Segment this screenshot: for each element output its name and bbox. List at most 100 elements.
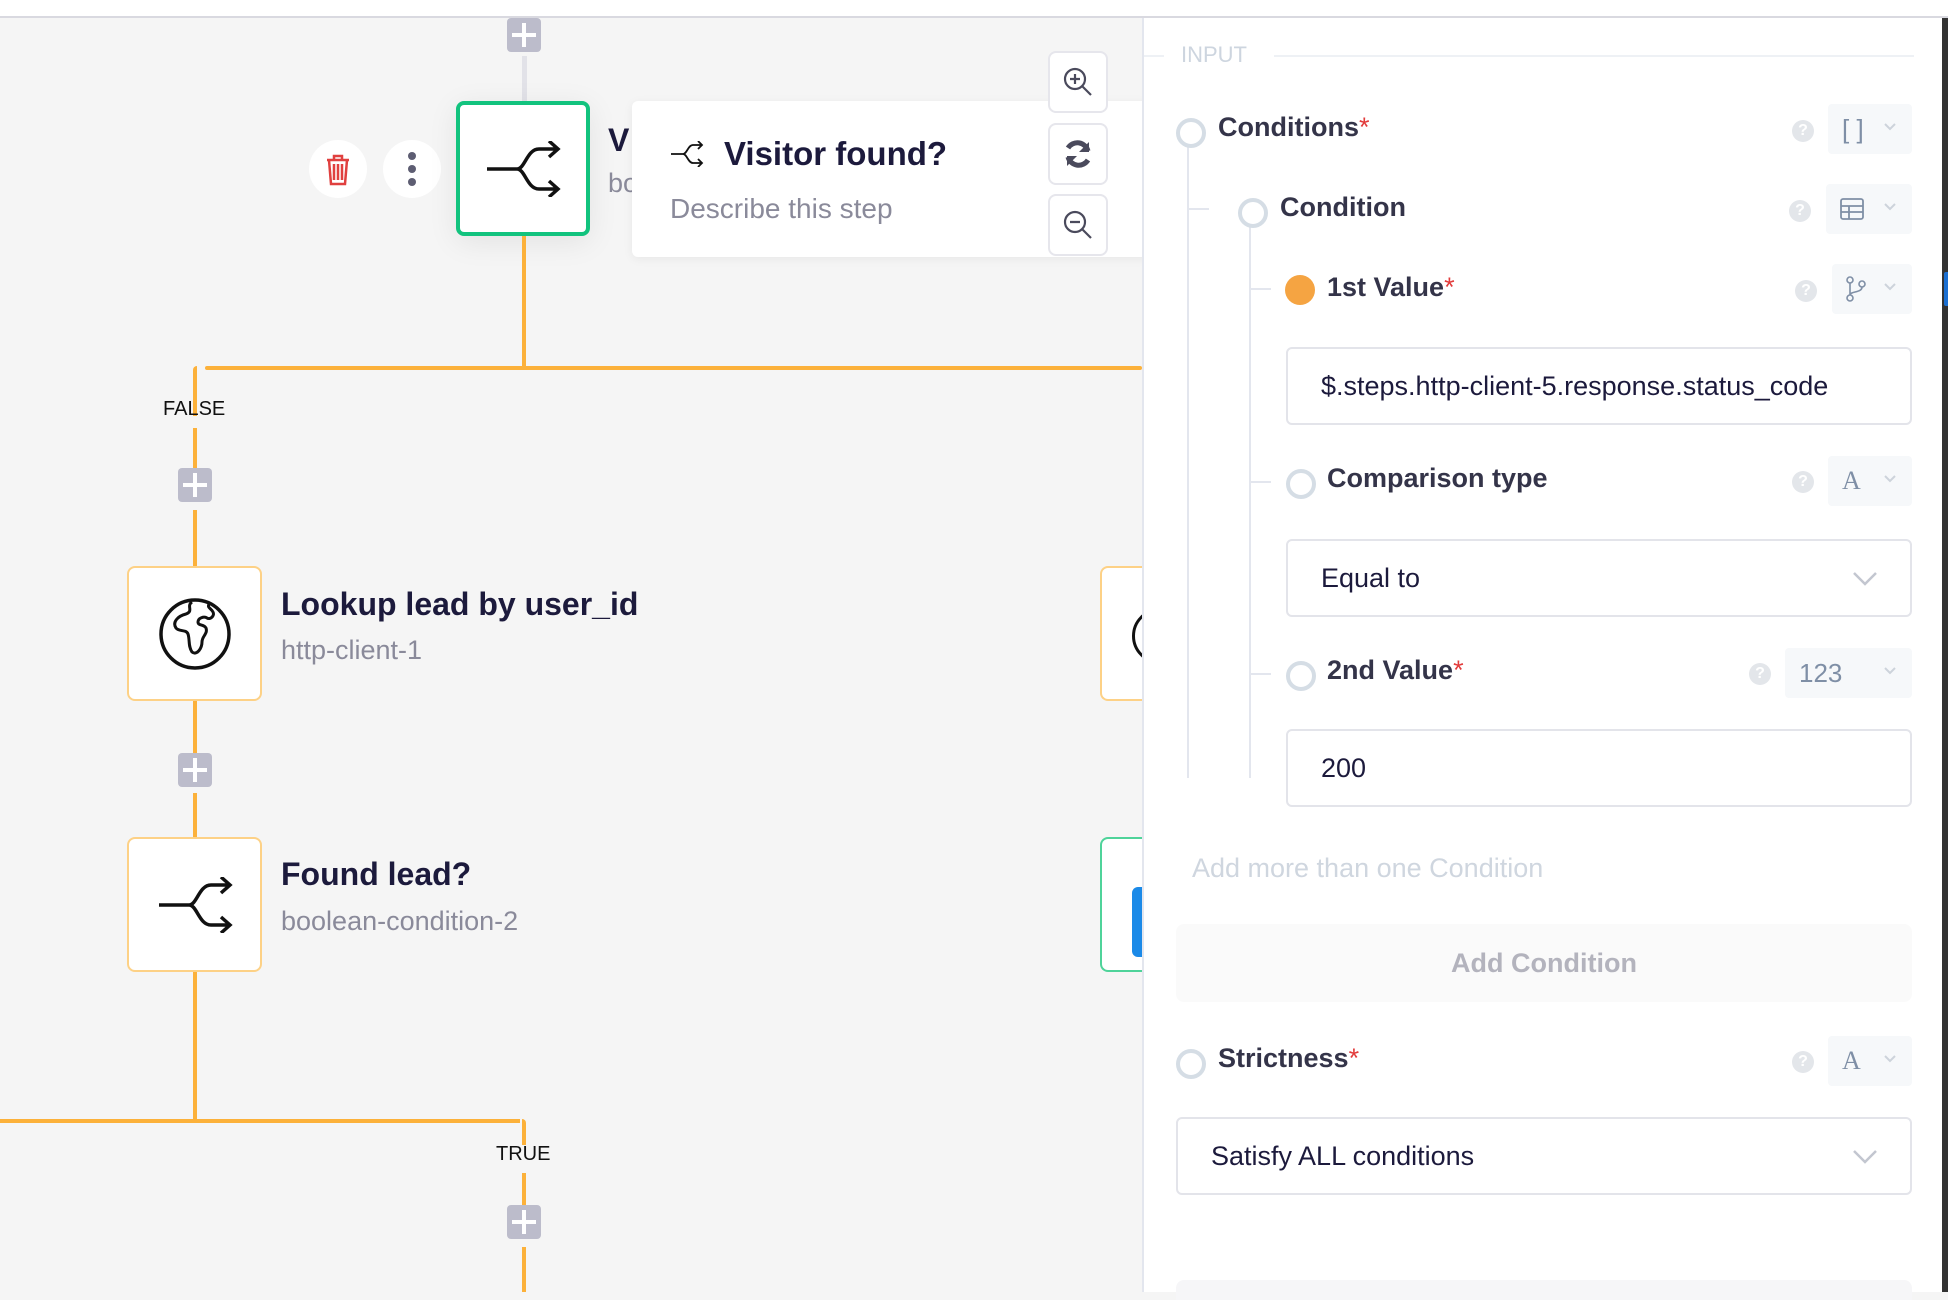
chevron-down-icon <box>1853 572 1877 586</box>
node-title: Found lead? <box>281 856 472 892</box>
add-condition-button[interactable]: Add Condition <box>1176 924 1912 1002</box>
chevron-down-icon <box>1884 1055 1896 1063</box>
node-partial[interactable] <box>1100 837 1142 972</box>
tree-line <box>1249 673 1271 675</box>
branch-label-true: TRUE <box>496 1143 551 1165</box>
help-icon[interactable]: ? <box>1792 471 1814 493</box>
field-label-strictness: Strictness* <box>1218 1043 1360 1073</box>
connector-line <box>522 1247 526 1292</box>
type-selector-condition[interactable] <box>1826 184 1912 234</box>
add-condition-hint: Add more than one Condition <box>1192 853 1544 883</box>
zoom-in-icon <box>1063 67 1092 96</box>
node-title: Lookup lead by user_id <box>281 586 639 622</box>
first-value-input[interactable]: $.steps.http-client-5.response.status_co… <box>1286 347 1912 425</box>
branch-icon <box>158 876 233 933</box>
help-icon[interactable]: ? <box>1789 200 1811 222</box>
tree-line <box>1249 225 1251 778</box>
status-ring <box>1286 661 1316 691</box>
next-section-box <box>1176 1280 1912 1300</box>
status-ring <box>1286 469 1316 499</box>
app-icon <box>1132 887 1142 957</box>
divider <box>1144 55 1164 57</box>
delete-step-button[interactable] <box>309 140 367 198</box>
type-selector-comparison[interactable]: A <box>1828 456 1912 506</box>
text-type-icon: A <box>1842 466 1861 495</box>
type-selector-first-value[interactable] <box>1832 264 1912 314</box>
add-step-button[interactable] <box>178 468 212 502</box>
chevron-down-icon <box>1884 283 1896 291</box>
node-found-lead[interactable] <box>127 837 262 972</box>
globe-icon <box>1132 608 1142 664</box>
reset-zoom-button[interactable] <box>1048 123 1108 185</box>
scrollbar[interactable] <box>1942 18 1948 1292</box>
field-label-second-value: 2nd Value* <box>1327 655 1464 685</box>
comparison-type-select[interactable]: Equal to <box>1286 539 1912 617</box>
input-panel: INPUT Conditions* ? [ ] Condition ? 1st … <box>1142 18 1944 1300</box>
array-icon: [ ] <box>1842 113 1864 144</box>
chevron-down-icon <box>1884 123 1896 131</box>
text-type-icon: A <box>1842 1046 1861 1075</box>
field-label-comparison-type: Comparison type <box>1327 463 1548 493</box>
connector-line <box>522 56 527 102</box>
section-label-input: INPUT <box>1181 42 1247 67</box>
status-ring <box>1176 118 1206 148</box>
add-step-button[interactable] <box>178 753 212 787</box>
help-icon[interactable]: ? <box>1795 280 1817 302</box>
node-subtitle: http-client-1 <box>281 635 423 665</box>
tree-line <box>1187 208 1209 210</box>
chevron-down-icon <box>1884 667 1896 675</box>
connector-line <box>0 1119 520 1123</box>
comparison-type-value: Equal to <box>1321 562 1421 593</box>
field-label-conditions: Conditions* <box>1218 112 1370 142</box>
status-dot-active <box>1285 275 1315 305</box>
branch-icon <box>487 140 561 197</box>
top-bar <box>0 0 1948 18</box>
tree-line <box>1249 288 1271 290</box>
connector-line <box>193 972 197 1122</box>
add-step-button[interactable] <box>507 18 541 52</box>
workflow-canvas[interactable]: V bo FALSE Lookup lead by user_id http-c… <box>0 18 1142 1292</box>
side-indicator <box>1944 272 1948 306</box>
selected-node-title: V <box>608 122 630 158</box>
add-step-button[interactable] <box>507 1205 541 1239</box>
node-partial[interactable] <box>1100 566 1142 701</box>
connector-line <box>522 1119 526 1145</box>
zoom-out-button[interactable] <box>1048 194 1108 256</box>
step-card-title: Visitor found? <box>724 135 948 172</box>
type-selector-conditions[interactable]: [ ] <box>1828 104 1912 154</box>
type-selector-second-value[interactable]: 123 <box>1785 648 1912 698</box>
help-icon[interactable]: ? <box>1749 663 1771 685</box>
node-subtitle: boolean-condition-2 <box>281 906 519 936</box>
chevron-down-icon <box>1884 475 1896 483</box>
table-icon <box>1840 198 1864 220</box>
chevron-down-icon <box>1853 1150 1877 1164</box>
field-label-first-value: 1st Value* <box>1327 272 1455 302</box>
divider <box>1274 55 1914 57</box>
zoom-out-icon <box>1063 210 1092 239</box>
field-label-condition: Condition <box>1280 192 1406 222</box>
refresh-icon <box>1065 140 1091 168</box>
git-branch-icon <box>1846 276 1866 302</box>
node-lookup-lead[interactable] <box>127 566 262 701</box>
strictness-value: Satisfy ALL conditions <box>1211 1140 1475 1171</box>
type-selector-strictness[interactable]: A <box>1828 1036 1912 1086</box>
step-description-input[interactable]: Describe this step <box>670 193 893 225</box>
globe-icon <box>158 597 231 670</box>
status-ring <box>1238 198 1268 228</box>
help-icon[interactable]: ? <box>1792 1051 1814 1073</box>
more-options-button[interactable] <box>383 140 441 198</box>
connector-line <box>205 366 1142 370</box>
second-value-input[interactable]: 200 <box>1286 729 1912 807</box>
tree-line <box>1249 481 1271 483</box>
trash-icon <box>327 154 349 186</box>
branch-label-false: FALSE <box>163 398 226 420</box>
help-icon[interactable]: ? <box>1792 120 1814 142</box>
status-ring <box>1176 1049 1206 1079</box>
branch-icon <box>671 141 704 167</box>
selected-node-visitor-found[interactable] <box>456 101 590 236</box>
chevron-down-icon <box>1884 203 1896 211</box>
connector-line <box>193 510 197 570</box>
zoom-in-button[interactable] <box>1048 51 1108 113</box>
strictness-select[interactable]: Satisfy ALL conditions <box>1176 1117 1912 1195</box>
number-type-icon: 123 <box>1799 657 1843 688</box>
